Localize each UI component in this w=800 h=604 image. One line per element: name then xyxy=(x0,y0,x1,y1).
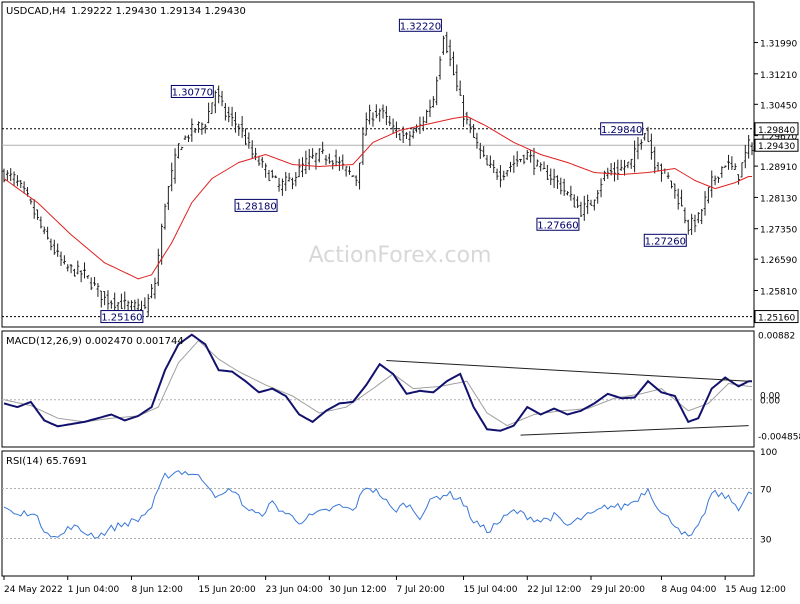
price-axis-label: 1.26590 xyxy=(760,256,797,266)
price-axis-box-text: 1.25160 xyxy=(758,314,795,324)
macd-axis-label: -0.004858 xyxy=(758,433,800,443)
price-axis-label: 1.28910 xyxy=(760,163,797,173)
price-axis-box: 1.29840 xyxy=(754,122,799,136)
rsi-axis-label: 100 xyxy=(760,448,777,458)
price-axis-box-text: 1.29840 xyxy=(758,126,795,136)
price-label: 1.32220 xyxy=(398,18,442,32)
x-axis-label: 30 Jun 12:00 xyxy=(329,585,386,595)
x-axis-label: 15 Aug 12:00 xyxy=(725,585,786,595)
x-axis-label: 15 Jun 20:00 xyxy=(199,585,256,595)
rsi-axis-label: 70 xyxy=(760,486,772,496)
x-axis-label: 23 Jun 04:00 xyxy=(266,585,323,595)
price-label: 1.28180 xyxy=(234,198,278,212)
price-axis-box-text: 1.29430 xyxy=(758,142,795,152)
macd-axis-label: 0.00882 xyxy=(758,332,795,342)
x-axis-label: 22 Jul 12:00 xyxy=(527,585,581,595)
price-axis-label: 1.25810 xyxy=(760,287,797,297)
price-label: 1.27660 xyxy=(536,217,580,231)
price-axis-box: 1.25160 xyxy=(754,310,799,324)
x-axis-label: 1 Jun 04:00 xyxy=(68,585,120,595)
price-axis-label: 1.30450 xyxy=(760,101,797,111)
macd-zero-label: 0.00 xyxy=(760,397,780,407)
rsi-axis-label: 30 xyxy=(760,536,772,546)
x-axis-label: 29 Jul 20:00 xyxy=(591,585,645,595)
watermark: ActionForex.com xyxy=(309,243,492,268)
price-axis-label: 1.31210 xyxy=(760,71,797,81)
chart-svg: ActionForex.com 1.32220 1.30770 1.29840 1.2… xyxy=(0,0,800,600)
price-label: 1.29840 xyxy=(600,122,644,136)
price-label-text: 1.28180 xyxy=(235,201,276,212)
price-label: 1.25160 xyxy=(100,310,144,324)
price-label-text: 1.32220 xyxy=(400,21,441,32)
price-label: 1.27260 xyxy=(643,233,687,247)
price-label-text: 1.25160 xyxy=(101,313,142,324)
ohlc-text: 1.29222 1.29430 1.29134 1.29430 xyxy=(71,6,246,17)
macd-label: MACD(12,26,9) 0.002470 0.001744 xyxy=(6,336,184,347)
rsi-label: RSI(14) 65.7691 xyxy=(6,456,87,467)
chart-root: ActionForex.com 1.32220 1.30770 1.29840 1.2… xyxy=(0,0,800,600)
symbol-text: USDCAD,H4 xyxy=(6,6,66,17)
x-axis-label: 24 May 2022 xyxy=(4,585,63,595)
price-label: 1.30770 xyxy=(170,84,214,98)
x-axis-label: 8 Aug 04:00 xyxy=(661,585,716,595)
price-label-text: 1.27260 xyxy=(645,236,686,247)
price-label-text: 1.29840 xyxy=(601,125,642,136)
price-axis-label: 1.31990 xyxy=(760,40,797,50)
chart-background xyxy=(0,0,800,600)
symbol-label: USDCAD,H4 1.29222 1.29430 1.29134 1.29430 xyxy=(6,6,246,17)
price-axis-box: 1.29430 xyxy=(754,138,799,152)
price-label-text: 1.30770 xyxy=(172,87,213,98)
x-axis-label: 7 Jul 20:00 xyxy=(396,585,445,595)
price-label-text: 1.27660 xyxy=(537,220,578,231)
price-axis-label: 1.27350 xyxy=(760,226,797,236)
price-axis-label: 1.28130 xyxy=(760,194,797,204)
x-axis-label: 15 Jul 04:00 xyxy=(464,585,518,595)
x-axis-label: 8 Jun 12:00 xyxy=(131,585,183,595)
